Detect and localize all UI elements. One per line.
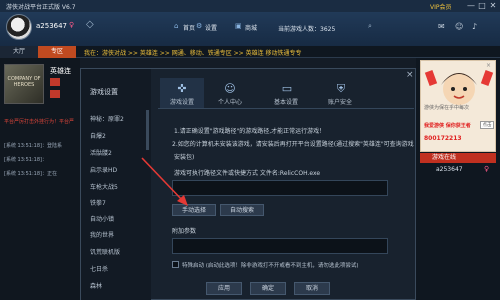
game-list-item[interactable]: 七日杀 bbox=[90, 264, 108, 273]
username: a253647 bbox=[36, 22, 68, 30]
tab-divider bbox=[158, 108, 414, 109]
hint-line: 2.如您的计算机未安装该游戏，请安装后再打开平台设置路径(通过搜索"英雄连"可查… bbox=[172, 141, 414, 148]
hint-line: 安装包) bbox=[174, 154, 195, 161]
shield-icon[interactable]: ⛨ bbox=[332, 82, 350, 96]
mail-icon[interactable]: ✉ bbox=[438, 22, 445, 31]
tab-game-settings-label[interactable]: 游戏设置 bbox=[170, 97, 194, 106]
game-cover-label: COMPANY OF HEROES bbox=[7, 76, 41, 88]
ad-subtext: 游侠为保在乎中每次 bbox=[424, 105, 470, 111]
game-action-button[interactable] bbox=[50, 90, 60, 98]
game-list-item[interactable]: 自动小镇 bbox=[90, 214, 114, 223]
game-list-item[interactable]: 我的世界 bbox=[90, 230, 114, 239]
gear-icon[interactable]: ⚙ bbox=[196, 22, 202, 30]
special-launch-checkbox[interactable] bbox=[172, 261, 179, 268]
user-icon[interactable]: ☺ bbox=[221, 82, 239, 96]
game-list-item[interactable]: 铁拳7 bbox=[90, 198, 106, 207]
bell-icon[interactable]: ♪ bbox=[472, 22, 477, 31]
search-icon[interactable]: ⌕ bbox=[368, 22, 372, 31]
gamepad-icon: ✜ bbox=[177, 82, 187, 95]
game-list-item[interactable]: 森林 bbox=[90, 281, 102, 290]
maximize-button[interactable]: □ bbox=[477, 1, 487, 11]
params-label: 附加参数 bbox=[172, 228, 197, 235]
game-list-item[interactable]: 启示录HD bbox=[90, 165, 117, 174]
tab-zone[interactable]: 专区 bbox=[38, 46, 76, 58]
shop-icon[interactable]: ▣ bbox=[235, 22, 242, 30]
online-count: 当前游戏人数：3625 bbox=[278, 26, 336, 33]
female-icon: ♀ bbox=[484, 165, 490, 173]
tab-lobby[interactable]: 大厅 bbox=[0, 46, 38, 58]
monitor-icon[interactable]: ▭ bbox=[278, 82, 296, 96]
app-title: 游侠对战平台正式版 V6.7 bbox=[6, 4, 76, 11]
special-launch-label: 特殊启动 (启动此选项！除非游戏打不开或看不到主机，请勿选此项尝试) bbox=[182, 263, 359, 269]
game-list-scrollbar[interactable] bbox=[146, 110, 149, 150]
nav-shop[interactable]: 商城 bbox=[245, 23, 257, 32]
system-log-line: [系统 13:51:18]：正在 bbox=[4, 171, 57, 177]
breadcrumb: 我在：游侠对战 >> 英雄连 >> 网通、移动、铁通专区 >> 英雄连 移动铁通… bbox=[84, 50, 302, 57]
params-input[interactable] bbox=[172, 238, 388, 254]
tab-security-label[interactable]: 账户安全 bbox=[328, 97, 352, 106]
ad-close-button[interactable]: × bbox=[486, 62, 491, 69]
game-list-item[interactable]: 车枪大战5 bbox=[90, 182, 118, 191]
cancel-button[interactable]: 取消 bbox=[294, 282, 330, 295]
minimize-button[interactable]: — bbox=[466, 1, 476, 11]
notice-text: 平台严厉打击外挂行为！平台严 bbox=[4, 119, 75, 125]
ok-button[interactable]: 确定 bbox=[250, 282, 286, 295]
game-list-item[interactable]: 神秘：原罪2 bbox=[90, 114, 124, 123]
vip-link[interactable]: VIP会员 bbox=[430, 2, 452, 11]
ad-click-button[interactable]: 点击 bbox=[480, 121, 494, 129]
game-list-item[interactable]: 自爆2 bbox=[90, 131, 106, 140]
nav-home[interactable]: 首页 bbox=[183, 23, 195, 32]
system-log-line: [系统 13:51:18]： bbox=[4, 157, 47, 163]
avatar[interactable] bbox=[6, 14, 32, 40]
dialog-close-button[interactable]: × bbox=[406, 70, 414, 80]
home-icon[interactable]: ⌂ bbox=[174, 22, 178, 30]
diamond-icon[interactable]: ◇ bbox=[86, 20, 98, 30]
game-path-input[interactable] bbox=[172, 180, 388, 196]
ad-headline: 我爱游侠 保你获王者 bbox=[424, 123, 471, 129]
hint-line: 1.请正确设置"游戏路径"的游戏路径,才能正常运行游戏！ bbox=[174, 128, 326, 135]
dialog-title: 游戏设置 bbox=[90, 88, 118, 96]
online-user[interactable]: a253647 bbox=[436, 166, 463, 173]
apply-button[interactable]: 应用 bbox=[206, 282, 242, 295]
game-name: 英雄连 bbox=[50, 67, 71, 75]
manual-select-button[interactable]: 手动选择 bbox=[172, 204, 216, 216]
tab-profile-label[interactable]: 个人中心 bbox=[218, 97, 242, 106]
game-list-item[interactable]: 饥荒联机版 bbox=[90, 247, 120, 256]
tab-basic-settings-label[interactable]: 基本设置 bbox=[274, 97, 298, 106]
game-action-button[interactable] bbox=[50, 78, 60, 86]
game-list-item[interactable]: 活骷髅2 bbox=[90, 148, 112, 157]
close-window-button[interactable]: ✕ bbox=[488, 1, 498, 11]
path-label: 游戏可执行路径文件或快捷方式 文件名:RelicCOH.exe bbox=[174, 170, 321, 177]
ad-hotline: 800172213 bbox=[424, 135, 462, 142]
auto-search-button[interactable]: 自动搜索 bbox=[220, 204, 264, 216]
user-icon[interactable]: ☺ bbox=[455, 22, 463, 31]
system-log-line: [系统 13:51:18]：登陆系 bbox=[4, 143, 62, 149]
online-panel-header: 游戏在线 bbox=[420, 153, 496, 163]
female-icon: ♀ bbox=[69, 21, 75, 29]
nav-settings[interactable]: 设置 bbox=[205, 23, 217, 32]
